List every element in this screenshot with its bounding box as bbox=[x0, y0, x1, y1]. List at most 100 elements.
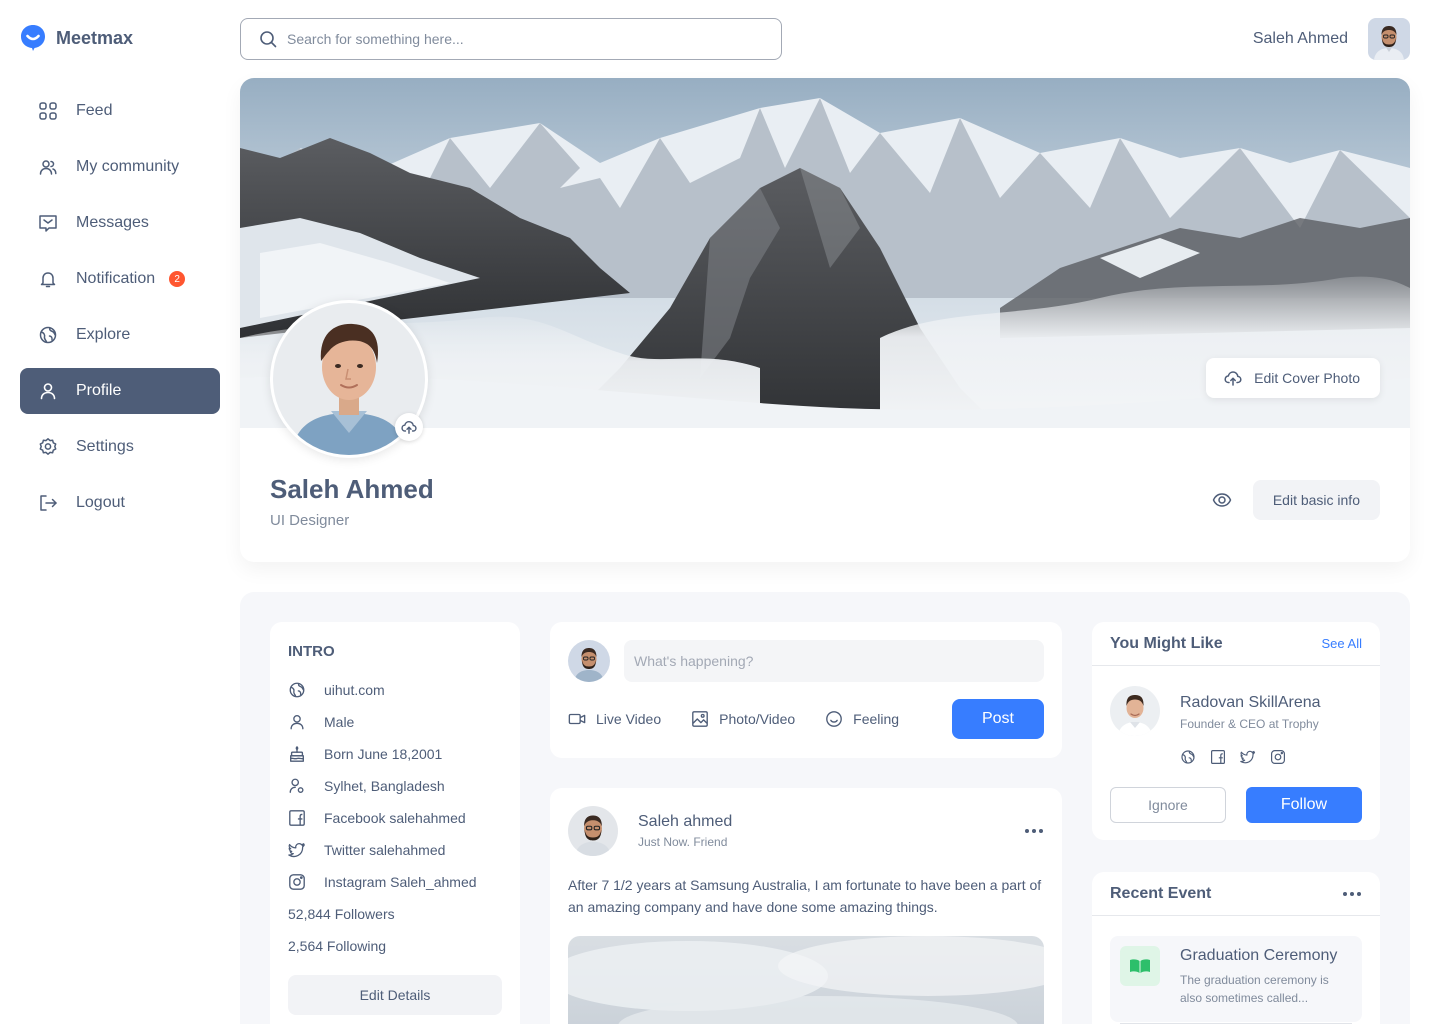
sidebar-item-notification[interactable]: Notification 2 bbox=[20, 256, 220, 302]
twitter-icon[interactable] bbox=[1240, 749, 1256, 765]
photo-video-label: Photo/Video bbox=[719, 711, 796, 727]
intro-instagram[interactable]: Instagram Saleh_ahmed bbox=[288, 866, 502, 898]
recent-event-card: Recent Event Graduation Ceremony The gra… bbox=[1092, 872, 1380, 1024]
intro-row-text: Twitter salehahmed bbox=[324, 842, 446, 858]
post-meta: Just Now. Friend bbox=[638, 835, 728, 849]
post-composer: Live Video Photo/Video Feeling Post bbox=[550, 622, 1062, 758]
edit-cover-photo-button[interactable]: Edit Cover Photo bbox=[1206, 358, 1380, 398]
intro-gender: Male bbox=[288, 706, 502, 738]
sidebar-item-label: Messages bbox=[76, 214, 149, 231]
profile-content-area: INTRO uihut.com Male Born June 18,2001 S… bbox=[240, 592, 1410, 1024]
sidebar-item-label: Logout bbox=[76, 494, 125, 511]
edit-details-button[interactable]: Edit Details bbox=[288, 975, 502, 1015]
app-logo[interactable]: Meetmax bbox=[20, 24, 133, 52]
edit-cover-label: Edit Cover Photo bbox=[1254, 370, 1360, 386]
message-icon bbox=[38, 213, 58, 233]
instagram-icon bbox=[288, 873, 306, 891]
more-options-icon[interactable] bbox=[1024, 821, 1044, 841]
sidebar-item-label: Profile bbox=[76, 382, 122, 399]
cloud-upload-icon bbox=[1224, 369, 1242, 387]
profile-role: UI Designer bbox=[270, 512, 350, 529]
user-icon bbox=[38, 381, 58, 401]
suggestions-card: You Might Like See All Radovan SkillAren… bbox=[1092, 622, 1380, 840]
more-options-icon[interactable] bbox=[1342, 884, 1362, 904]
sidebar-item-explore[interactable]: Explore bbox=[20, 312, 220, 358]
post-author[interactable]: Saleh ahmed bbox=[638, 813, 732, 831]
sidebar-item-label: Settings bbox=[76, 438, 134, 455]
avatar-upload-button[interactable] bbox=[395, 413, 423, 441]
followers-count[interactable]: 52,844 Followers bbox=[288, 898, 502, 930]
globe-icon bbox=[38, 325, 58, 345]
sidebar-item-label: Feed bbox=[76, 102, 113, 119]
search-input[interactable] bbox=[287, 31, 747, 47]
community-icon bbox=[38, 157, 58, 177]
event-item[interactable]: Graduation Ceremony The graduation cerem… bbox=[1110, 936, 1362, 1024]
globe-icon bbox=[288, 681, 306, 699]
topbar-user[interactable]: Saleh Ahmed bbox=[1253, 18, 1410, 60]
user-icon bbox=[288, 713, 306, 731]
smile-icon bbox=[825, 710, 843, 728]
intro-row-text: Facebook salehahmed bbox=[324, 810, 466, 826]
intro-row-text: Born June 18,2001 bbox=[324, 746, 443, 762]
sidebar-item-label: Notification bbox=[76, 270, 156, 287]
intro-birthday: Born June 18,2001 bbox=[288, 738, 502, 770]
search-bar bbox=[240, 18, 782, 60]
cloud-upload-icon bbox=[401, 419, 417, 435]
photo-video-button[interactable]: Photo/Video bbox=[691, 710, 795, 728]
post-button[interactable]: Post bbox=[952, 699, 1044, 739]
live-video-button[interactable]: Live Video bbox=[568, 710, 661, 728]
edit-basic-info-button[interactable]: Edit basic info bbox=[1252, 480, 1380, 520]
intro-row-text: Instagram Saleh_ahmed bbox=[324, 874, 477, 890]
profile-name: Saleh Ahmed bbox=[270, 474, 434, 504]
post-text: After 7 1/2 years at Samsung Australia, … bbox=[568, 877, 1042, 915]
following-count[interactable]: 2,564 Following bbox=[288, 930, 502, 962]
facebook-icon[interactable] bbox=[1210, 749, 1226, 765]
sidebar-item-community[interactable]: My community bbox=[20, 144, 220, 190]
eye-icon[interactable] bbox=[1212, 490, 1232, 510]
globe-icon[interactable] bbox=[1180, 749, 1196, 765]
avatar[interactable] bbox=[568, 640, 610, 682]
sidebar-item-label: Explore bbox=[76, 326, 131, 343]
post-input[interactable] bbox=[624, 640, 1044, 682]
cake-icon bbox=[288, 745, 306, 763]
topbar-user-name: Saleh Ahmed bbox=[1252, 30, 1348, 47]
intro-website[interactable]: uihut.com bbox=[288, 674, 502, 706]
intro-facebook[interactable]: Facebook salehahmed bbox=[288, 802, 502, 834]
instagram-icon[interactable] bbox=[1270, 749, 1286, 765]
facebook-icon bbox=[288, 809, 306, 827]
event-title: Graduation Ceremony bbox=[1180, 947, 1338, 964]
sidebar-item-feed[interactable]: Feed bbox=[20, 88, 220, 134]
recent-event-title: Recent Event bbox=[1110, 884, 1212, 902]
sidebar-item-settings[interactable]: Settings bbox=[20, 424, 220, 470]
grid-icon bbox=[38, 101, 58, 121]
bell-icon bbox=[38, 269, 58, 289]
avatar[interactable] bbox=[568, 806, 618, 856]
feeling-button[interactable]: Feeling bbox=[825, 710, 899, 728]
intro-twitter[interactable]: Twitter salehahmed bbox=[288, 834, 502, 866]
sidebar-item-profile[interactable]: Profile bbox=[20, 368, 220, 414]
feeling-label: Feeling bbox=[853, 711, 900, 727]
sidebar-item-label: My community bbox=[76, 158, 180, 175]
intro-location: Sylhet, Bangladesh bbox=[288, 770, 502, 802]
profile-header-card: Edit Cover Photo Saleh Ahmed UI Designer… bbox=[240, 78, 1410, 562]
post-image[interactable] bbox=[568, 936, 1044, 1024]
intro-row-text: uihut.com bbox=[324, 682, 385, 698]
avatar[interactable] bbox=[1110, 686, 1160, 736]
intro-card: INTRO uihut.com Male Born June 18,2001 S… bbox=[270, 622, 520, 1024]
logout-icon bbox=[38, 493, 58, 513]
suggestion-role: Founder & CEO at Trophy bbox=[1180, 717, 1319, 731]
sidebar-item-logout[interactable]: Logout bbox=[20, 480, 220, 526]
suggestion-name[interactable]: Radovan SkillArena bbox=[1180, 694, 1321, 712]
image-icon bbox=[691, 710, 709, 728]
twitter-icon bbox=[288, 841, 306, 859]
search-icon bbox=[259, 30, 277, 48]
sidebar-item-messages[interactable]: Messages bbox=[20, 200, 220, 246]
avatar[interactable] bbox=[1368, 18, 1410, 60]
book-icon bbox=[1120, 946, 1160, 986]
suggestions-title: You Might Like bbox=[1110, 634, 1223, 652]
follow-button[interactable]: Follow bbox=[1246, 787, 1362, 823]
see-all-link[interactable]: See All bbox=[1322, 636, 1362, 651]
ignore-button[interactable]: Ignore bbox=[1110, 787, 1226, 823]
live-video-label: Live Video bbox=[596, 711, 662, 727]
intro-row-text: Sylhet, Bangladesh bbox=[324, 778, 445, 794]
